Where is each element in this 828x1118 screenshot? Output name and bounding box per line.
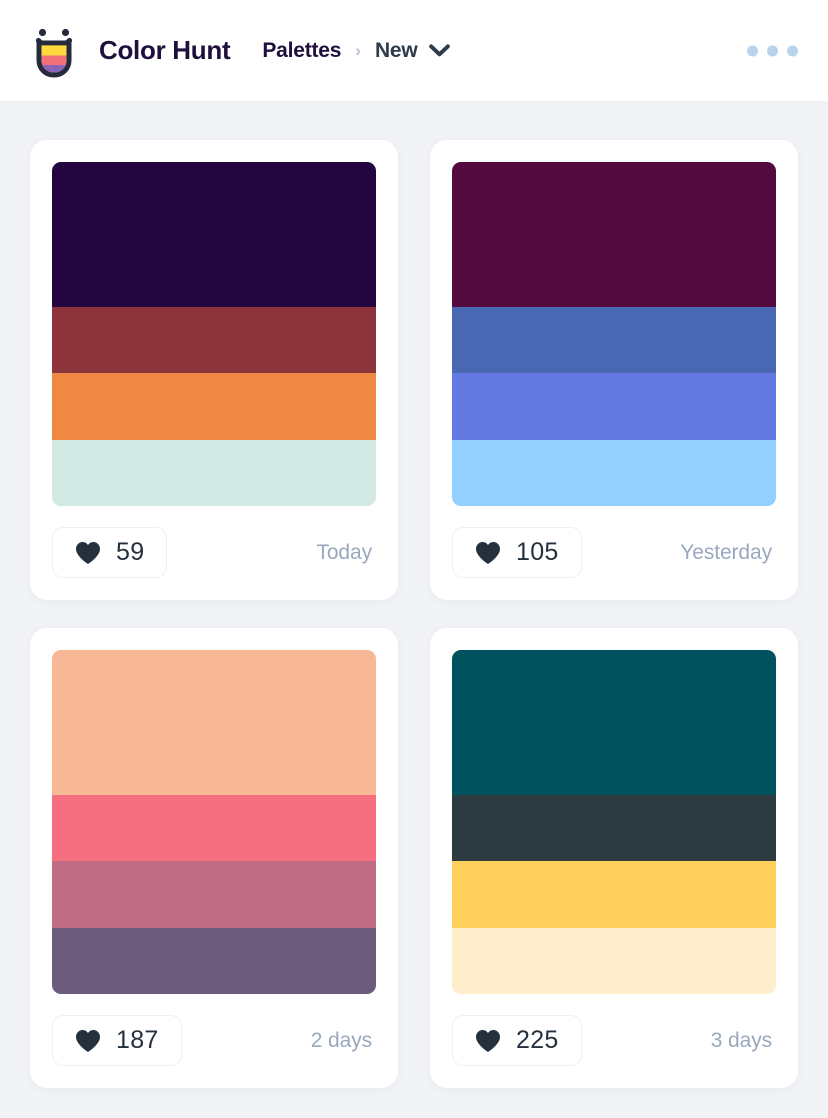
dot-2 [767,45,778,56]
breadcrumb-item-palettes[interactable]: Palettes [262,39,341,63]
dot-3 [787,45,798,56]
dot-1 [747,45,758,56]
like-button[interactable]: 187 [52,1015,182,1066]
palette-swatches[interactable] [452,162,776,506]
like-button[interactable]: 225 [452,1015,582,1066]
heart-icon [475,541,501,565]
breadcrumb-item-new: New [374,38,418,62]
swatch-2[interactable] [52,307,376,374]
swatch-4[interactable] [452,927,776,994]
swatch-3[interactable] [52,373,376,440]
palette-age: Today [316,540,372,564]
swatch-3[interactable] [52,861,376,928]
swatch-1[interactable] [452,650,776,795]
chevron-down-icon [428,44,450,57]
color-hunt-logo-icon [26,23,82,79]
palette-card[interactable]: 225 3 days [430,628,798,1088]
like-count: 225 [516,1026,559,1054]
palette-age: 3 days [710,1028,772,1052]
like-button[interactable]: 105 [452,527,582,578]
palette-card[interactable]: 105 Yesterday [430,140,798,600]
brand[interactable]: Color Hunt [26,23,231,79]
swatch-4[interactable] [52,927,376,994]
like-count: 59 [116,538,145,566]
palette-card-footer: 225 3 days [452,998,776,1066]
breadcrumb: Palettes › New [262,39,450,63]
swatch-1[interactable] [452,162,776,307]
swatch-2[interactable] [452,795,776,862]
like-count: 187 [116,1026,159,1054]
palette-age: 2 days [310,1028,372,1052]
page-root: Color Hunt Palettes › New 59 Today 105 Y… [0,0,828,1118]
heart-icon [75,541,101,565]
swatch-2[interactable] [52,795,376,862]
swatch-4[interactable] [52,439,376,506]
swatch-1[interactable] [52,162,376,307]
swatch-3[interactable] [452,861,776,928]
palette-swatches[interactable] [452,650,776,994]
palette-card[interactable]: 187 2 days [30,628,398,1088]
heart-icon [75,1029,101,1053]
swatch-4[interactable] [452,439,776,506]
breadcrumb-separator-icon: › [355,41,361,60]
three-dots-icon[interactable] [747,45,798,56]
brand-name: Color Hunt [99,35,231,65]
like-count: 105 [516,538,559,566]
app-header: Color Hunt Palettes › New [0,0,828,102]
palette-age: Yesterday [680,540,772,564]
palette-card-footer: 59 Today [52,510,376,578]
like-button[interactable]: 59 [52,527,168,578]
palette-card-footer: 105 Yesterday [452,510,776,578]
sort-dropdown[interactable]: New [375,39,450,63]
palette-card[interactable]: 59 Today [30,140,398,600]
palette-card-footer: 187 2 days [52,998,376,1066]
swatch-2[interactable] [452,307,776,374]
palette-grid: 59 Today 105 Yesterday 187 2 days 225 3 … [0,102,828,1118]
heart-icon [475,1029,501,1053]
palette-swatches[interactable] [52,650,376,994]
swatch-1[interactable] [52,650,376,795]
palette-swatches[interactable] [52,162,376,506]
swatch-3[interactable] [452,373,776,440]
